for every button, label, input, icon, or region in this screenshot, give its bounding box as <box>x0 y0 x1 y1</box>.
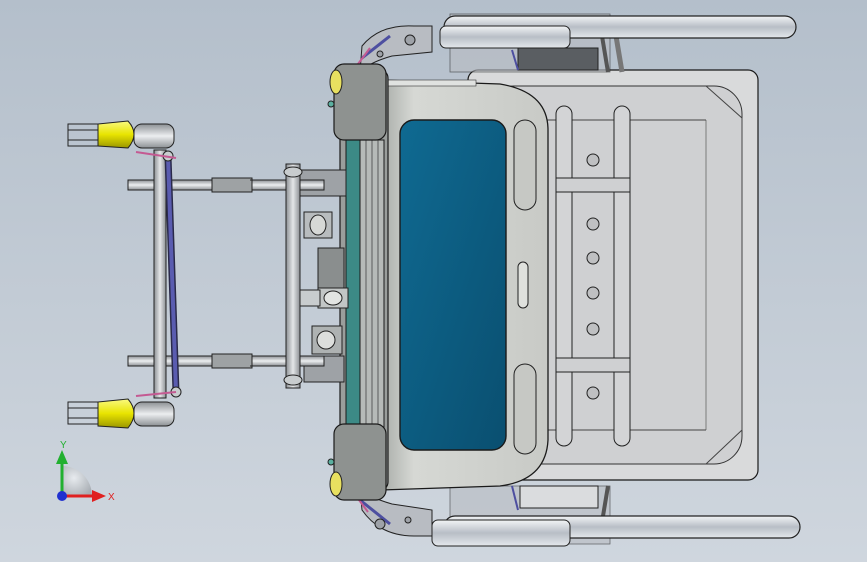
side-rail-top[interactable] <box>357 13 797 74</box>
extension-frame[interactable] <box>127 149 325 399</box>
headboard-window <box>399 119 507 451</box>
cad-viewport[interactable]: Y X <box>0 0 867 562</box>
x-axis-label: X <box>108 492 115 503</box>
triad-orb <box>62 466 92 496</box>
head-post-top <box>333 63 387 141</box>
z-axis-dot <box>57 491 67 501</box>
y-axis-label: Y <box>60 440 67 451</box>
headboard-handle-slot <box>517 261 529 309</box>
side-rail-bottom[interactable] <box>355 485 801 547</box>
headboard-panel[interactable] <box>379 79 549 491</box>
coordinate-triad: Y X <box>56 440 115 503</box>
bed-model-top-view[interactable] <box>0 0 867 562</box>
